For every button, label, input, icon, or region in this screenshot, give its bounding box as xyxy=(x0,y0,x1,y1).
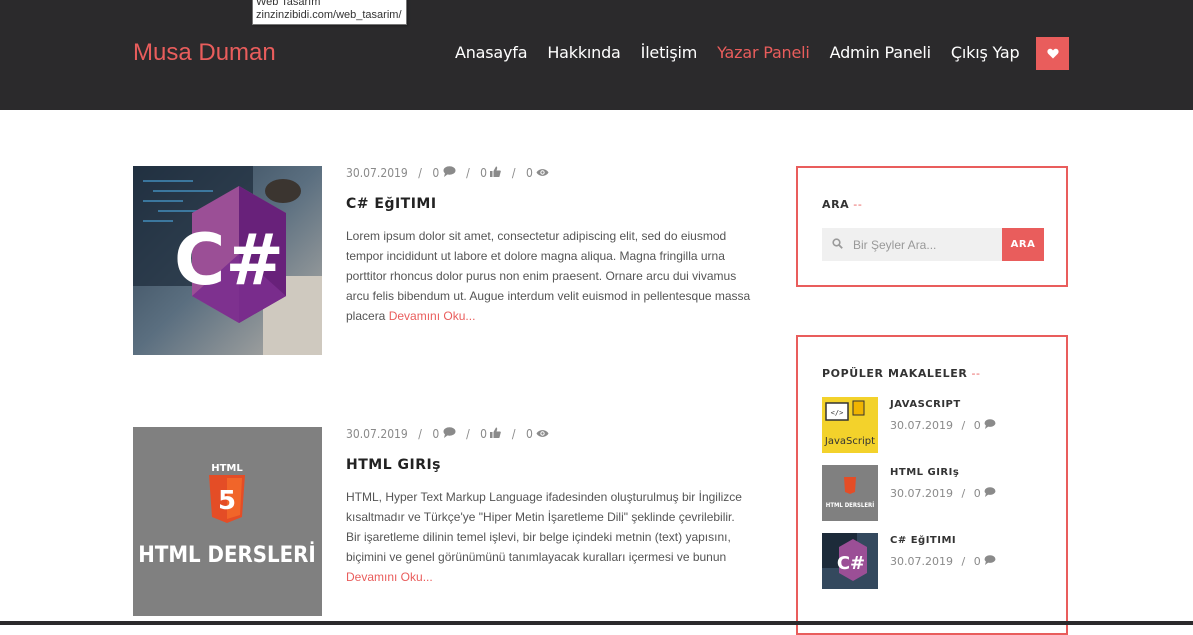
popular-item-comments: 0 xyxy=(973,555,981,568)
popular-item-thumbnail[interactable]: </> JavaScript xyxy=(822,397,878,453)
post-image-label: HTML DERSLERİ xyxy=(138,542,315,568)
search-placeholder: Bir Şeyler Ara... xyxy=(853,238,937,252)
eye-icon xyxy=(536,430,549,437)
svg-text:</>: </> xyxy=(831,409,844,417)
main-nav: Anasayfa Hakkında İletişim Yazar Paneli … xyxy=(455,43,1039,62)
comments-icon xyxy=(443,166,456,177)
search-widget: ARA -- Bir Şeyler Ara... ARA xyxy=(796,166,1068,287)
comment-count: 0 xyxy=(432,166,440,180)
bottom-edge-bar xyxy=(0,621,1193,625)
tooltip-title: Web Tasarım xyxy=(256,0,321,8)
post-excerpt: HTML, Hyper Text Markup Language ifadesi… xyxy=(346,487,751,587)
nav-iletisim[interactable]: İletişim xyxy=(641,43,698,62)
post-meta: 30.07.2019 / 0 / 0 / 0 xyxy=(346,166,549,180)
post-excerpt-text: HTML, Hyper Text Markup Language ifadesi… xyxy=(346,490,742,564)
popular-item-date: 30.07.2019 xyxy=(890,487,953,500)
link-tooltip: Web Tasarım zinzinzibidi.com/web_tasarim… xyxy=(252,0,407,25)
widget-title: POPÜLER MAKALELER -- xyxy=(822,367,981,380)
popular-item-meta: 30.07.2019 / 0 xyxy=(890,487,996,500)
comments-icon xyxy=(984,487,996,497)
tooltip-url: zinzinzibidi.com/web_tasarim/ xyxy=(256,9,402,21)
heart-icon xyxy=(1046,48,1059,59)
title-dash: -- xyxy=(853,198,863,211)
search-icon xyxy=(832,238,843,249)
popular-item-thumbnail[interactable]: C# xyxy=(822,533,878,589)
like-count: 0 xyxy=(480,427,488,441)
post-title[interactable]: C# EğITIMI xyxy=(346,196,437,212)
title-dash: -- xyxy=(971,367,981,380)
nav-anasayfa[interactable]: Anasayfa xyxy=(455,43,528,62)
popular-item[interactable]: C# C# EğITIMI 30.07.2019 / 0 xyxy=(822,533,1052,589)
read-more-link[interactable]: Devamını Oku... xyxy=(346,570,433,584)
popular-image-label: JavaScript xyxy=(824,436,875,447)
popular-item[interactable]: </> JavaScript JAVASCRIPT 30.07.2019 / 0 xyxy=(822,397,1052,453)
like-count: 0 xyxy=(480,166,488,180)
read-more-link[interactable]: Devamını Oku... xyxy=(389,309,476,323)
nav-cikis-yap[interactable]: Çıkış Yap xyxy=(951,43,1020,62)
popular-item-comments: 0 xyxy=(973,419,981,432)
post-date: 30.07.2019 xyxy=(346,166,408,180)
widget-title: ARA -- xyxy=(822,198,862,211)
eye-icon xyxy=(536,169,549,176)
popular-articles-widget: POPÜLER MAKALELER -- </> JavaScript JAVAS… xyxy=(796,335,1068,635)
post-card: HTML 5 HTML DERSLERİ 30.07.2019 / 0 / 0 … xyxy=(133,427,753,617)
popular-item[interactable]: HTML DERSLERİ HTML GIRIş 30.07.2019 / 0 xyxy=(822,465,1052,521)
post-excerpt: Lorem ipsum dolor sit amet, consectetur … xyxy=(346,226,751,326)
popular-item-title[interactable]: HTML GIRIş xyxy=(890,467,959,478)
search-widget-title: ARA xyxy=(822,198,850,211)
comments-icon xyxy=(984,419,996,429)
post-image-label: C# xyxy=(174,219,284,301)
nav-admin-paneli[interactable]: Admin Paneli xyxy=(830,43,931,62)
site-brand[interactable]: Musa Duman xyxy=(133,39,276,67)
post-title[interactable]: HTML GIRIş xyxy=(346,457,441,473)
favorite-button[interactable] xyxy=(1036,37,1069,70)
post-card: C# 30.07.2019 / 0 / 0 / 0 C# EğITIMI Lor… xyxy=(133,166,753,356)
thumbs-up-icon xyxy=(490,166,502,177)
popular-item-meta: 30.07.2019 / 0 xyxy=(890,555,996,568)
popular-item-title[interactable]: C# EğITIMI xyxy=(890,535,956,546)
comments-icon xyxy=(443,427,456,438)
post-thumbnail[interactable]: HTML 5 HTML DERSLERİ xyxy=(133,427,322,616)
top-navbar: Musa Duman Anasayfa Hakkında İletişim Ya… xyxy=(0,0,1193,110)
thumbs-up-icon xyxy=(490,427,502,438)
nav-hakkinda[interactable]: Hakkında xyxy=(547,43,621,62)
popular-image-label: HTML DERSLERİ xyxy=(826,502,874,509)
comments-icon xyxy=(984,555,996,565)
popular-image-label: C# xyxy=(837,553,865,574)
popular-item-thumbnail[interactable]: HTML DERSLERİ xyxy=(822,465,878,521)
comment-count: 0 xyxy=(432,427,440,441)
popular-item-date: 30.07.2019 xyxy=(890,555,953,568)
post-thumbnail[interactable]: C# xyxy=(133,166,322,355)
post-meta: 30.07.2019 / 0 / 0 / 0 xyxy=(346,427,549,441)
search-input[interactable]: Bir Şeyler Ara... xyxy=(822,228,1002,261)
post-image-top-label: HTML xyxy=(211,463,243,474)
view-count: 0 xyxy=(525,166,533,180)
post-date: 30.07.2019 xyxy=(346,427,408,441)
nav-yazar-paneli[interactable]: Yazar Paneli xyxy=(717,43,810,62)
post-image-badge: 5 xyxy=(218,486,236,516)
search-button[interactable]: ARA xyxy=(1002,228,1044,261)
view-count: 0 xyxy=(525,427,533,441)
popular-item-date: 30.07.2019 xyxy=(890,419,953,432)
popular-item-title[interactable]: JAVASCRIPT xyxy=(890,399,961,410)
popular-widget-title: POPÜLER MAKALELER xyxy=(822,367,968,380)
popular-item-meta: 30.07.2019 / 0 xyxy=(890,419,996,432)
popular-item-comments: 0 xyxy=(973,487,981,500)
